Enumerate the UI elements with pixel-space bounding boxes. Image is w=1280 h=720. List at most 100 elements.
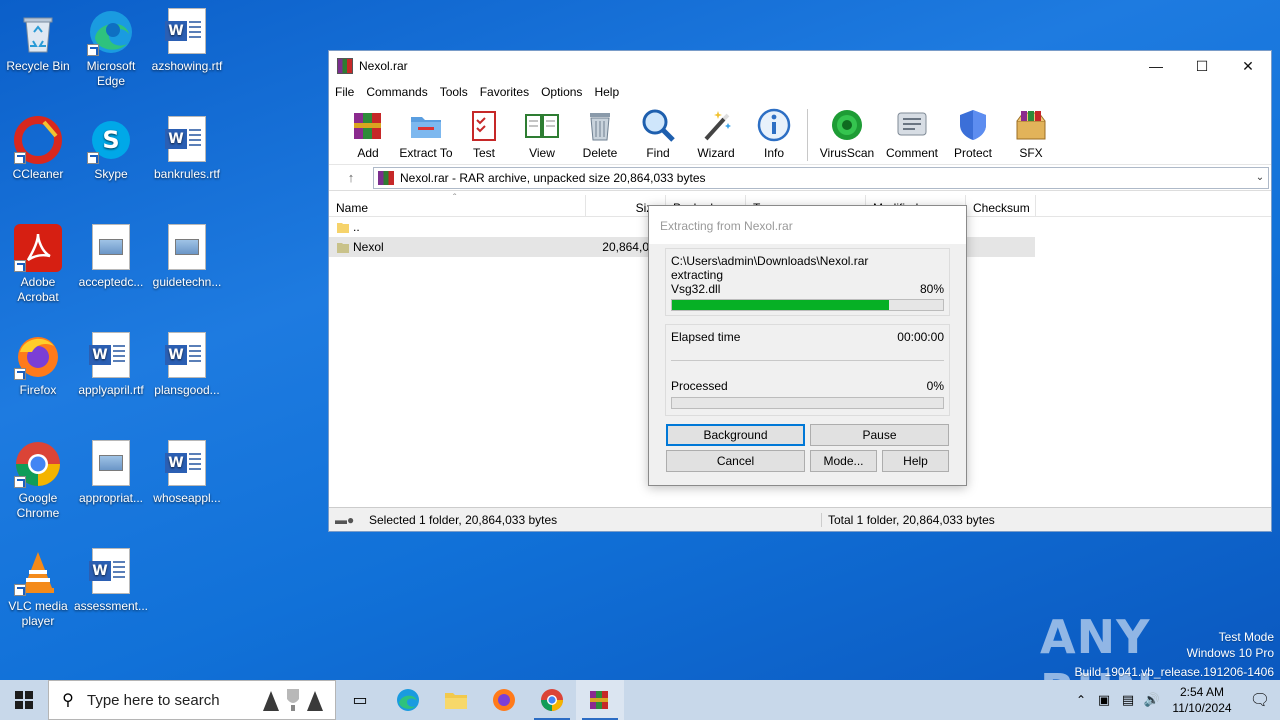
volume-icon[interactable]: 🔊 (1140, 692, 1164, 708)
desktop-icon-bankrules[interactable]: W bankrules.rtf (149, 116, 225, 182)
toolbar-info-button[interactable]: Info (745, 107, 803, 160)
word-document-icon: W (87, 548, 135, 596)
column-name[interactable]: Name ˆ (329, 193, 586, 216)
comment-icon (894, 107, 930, 143)
build-text: Build 19041.vb_release.191206-1406 (1074, 665, 1275, 679)
column-checksum[interactable]: Checksum (966, 195, 1036, 216)
desktop-icon-guidetechn[interactable]: guidetechn... (149, 224, 225, 290)
desktop-icon-google-chrome[interactable]: Google Chrome (0, 440, 76, 521)
toolbar-comment-button[interactable]: Comment (880, 107, 944, 160)
maximize-button[interactable]: ☐ (1179, 51, 1225, 81)
vlc-icon (14, 548, 62, 596)
shortcut-arrow-icon (14, 584, 26, 596)
toolbar-add-button[interactable]: Add (339, 107, 397, 160)
taskbar-firefox[interactable] (480, 680, 528, 720)
status-bar: ▬● Selected 1 folder, 20,864,033 bytes T… (329, 507, 1271, 531)
desktop-icon-applyapril[interactable]: W applyapril.rtf (73, 332, 149, 398)
cancel-button[interactable]: Cancel (666, 450, 805, 472)
shortcut-arrow-icon (14, 152, 26, 164)
word-document-icon: W (163, 440, 211, 488)
desktop-icon-adobe-acrobat[interactable]: Adobe Acrobat (0, 224, 76, 305)
shortcut-arrow-icon (14, 476, 26, 488)
drive-key-icon: ▬● (335, 512, 355, 527)
menu-commands[interactable]: Commands (366, 85, 435, 99)
desktop-icon-whoseappl[interactable]: W whoseappl... (149, 440, 225, 506)
up-arrow-icon[interactable]: ↑ (329, 170, 373, 185)
windows-edition-text: Windows 10 Pro (1186, 646, 1274, 660)
taskbar-winrar[interactable] (576, 680, 624, 720)
image-file-icon (87, 224, 135, 272)
background-button[interactable]: Background (666, 424, 805, 446)
desktop-icon-acceptedc[interactable]: acceptedc... (73, 224, 149, 290)
adobe-acrobat-icon (14, 224, 62, 272)
desktop-icon-recycle-bin[interactable]: Recycle Bin (0, 8, 76, 74)
toolbar-test-button[interactable]: Test (455, 107, 513, 160)
taskbar-file-explorer[interactable] (432, 680, 480, 720)
test-clipboard-icon (466, 107, 502, 143)
minimize-button[interactable]: — (1133, 51, 1179, 81)
menu-favorites[interactable]: Favorites (480, 85, 537, 99)
add-archive-icon (350, 107, 386, 143)
divider (671, 360, 944, 361)
desktop-icon-azshowing[interactable]: W azshowing.rtf (149, 8, 225, 74)
archive-path-field[interactable]: Nexol.rar - RAR archive, unpacked size 2… (373, 166, 1269, 189)
total-progress-bar (671, 397, 944, 409)
winrar-app-icon (337, 58, 353, 74)
taskbar-chrome[interactable] (528, 680, 576, 720)
help-button[interactable]: Help (882, 450, 949, 472)
protect-shield-icon (955, 107, 991, 143)
word-document-icon: W (163, 8, 211, 56)
desktop-icon-assessment[interactable]: W assessment... (73, 548, 149, 614)
folder-icon (337, 223, 349, 233)
desktop-icon-vlc[interactable]: VLC media player (0, 548, 76, 629)
google-chrome-icon (14, 440, 62, 488)
chevron-up-icon[interactable]: ⌃ (1070, 693, 1092, 707)
current-file-percent: 80% (919, 282, 944, 296)
notification-icon[interactable]: 🗨 (1240, 690, 1280, 710)
windows-logo-icon (15, 691, 33, 709)
pause-button[interactable]: Pause (810, 424, 949, 446)
toolbar-extract-to-button[interactable]: Extract To (397, 107, 455, 160)
toolbar-virusscan-button[interactable]: VirusScan (814, 107, 880, 160)
network-icon[interactable]: ▤ (1116, 692, 1140, 708)
toolbar-delete-button[interactable]: Delete (571, 107, 629, 160)
chevron-down-icon[interactable]: ⌄ (1252, 172, 1268, 183)
toolbar-sfx-button[interactable]: SFX (1002, 107, 1060, 160)
system-tray: ⌃ ▣ ▤ 🔊 2:54 AM 11/10/2024 🗨 (1070, 680, 1280, 720)
microsoft-edge-icon (87, 8, 135, 56)
title-bar[interactable]: Nexol.rar — ☐ ✕ (329, 51, 1271, 81)
view-book-icon (524, 107, 560, 143)
desktop-icon-ccleaner[interactable]: CCleaner (0, 116, 76, 182)
google-chrome-icon (541, 689, 563, 711)
taskbar-search-box[interactable]: ⚲ Type here to search (48, 680, 336, 720)
mode-button[interactable]: Mode... (810, 450, 877, 472)
menu-help[interactable]: Help (594, 85, 627, 99)
toolbar-wizard-button[interactable]: Wizard (687, 107, 745, 160)
desktop-icon-microsoft-edge[interactable]: Microsoft Edge (73, 8, 149, 89)
menu-options[interactable]: Options (541, 85, 590, 99)
toolbar: Add Extract To Test View Delete Find Wiz… (329, 103, 1271, 165)
close-button[interactable]: ✕ (1225, 51, 1271, 81)
desktop-icon-skype[interactable]: S Skype (73, 116, 149, 182)
sort-ascending-icon: ˆ (453, 193, 457, 204)
wizard-wand-icon (698, 107, 734, 143)
menu-file[interactable]: File (335, 85, 362, 99)
desktop-icon-appropriat[interactable]: appropriat... (73, 440, 149, 506)
network-device-icon[interactable]: ▣ (1092, 692, 1116, 708)
taskbar-edge[interactable] (384, 680, 432, 720)
desktop-icon-firefox[interactable]: Firefox (0, 332, 76, 398)
image-file-icon (87, 440, 135, 488)
dialog-title[interactable]: Extracting from Nexol.rar (649, 206, 966, 244)
desktop-icon-plansgood[interactable]: W plansgood... (149, 332, 225, 398)
elapsed-value: 00:00:00 (897, 330, 944, 344)
toolbar-protect-button[interactable]: Protect (944, 107, 1002, 160)
toolbar-view-button[interactable]: View (513, 107, 571, 160)
ccleaner-icon (14, 116, 62, 164)
menu-tools[interactable]: Tools (440, 85, 476, 99)
task-view-button[interactable]: ▭ (336, 680, 384, 720)
start-button[interactable] (0, 680, 48, 720)
toolbar-find-button[interactable]: Find (629, 107, 687, 160)
clock[interactable]: 2:54 AM 11/10/2024 (1164, 684, 1240, 716)
file-progress-fill (672, 300, 889, 310)
window-title: Nexol.rar (359, 59, 408, 73)
